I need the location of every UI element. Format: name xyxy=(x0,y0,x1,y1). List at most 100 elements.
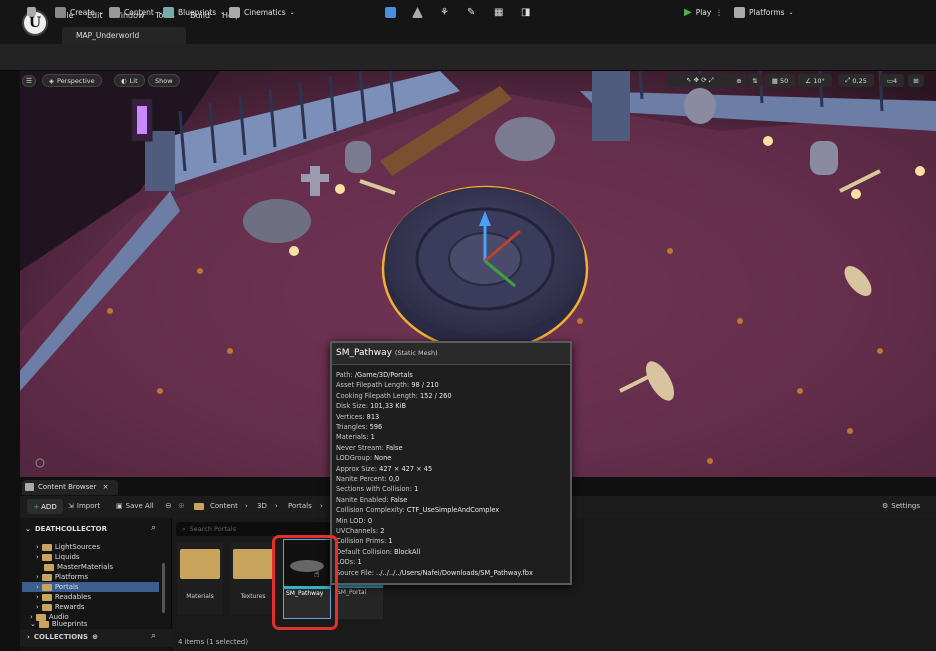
tree-item[interactable]: MasterMaterials xyxy=(44,562,113,572)
tooltip-row: Asset Filepath Length: 98 / 210 xyxy=(336,381,439,391)
tooltip-row: Collision Complexity: CTF_UseSimpleAndCo… xyxy=(336,506,499,516)
tooltip-row-value: False xyxy=(385,443,403,452)
import-button[interactable]: ⇲ Import xyxy=(68,502,100,510)
tooltip-row-key: Disk Size: xyxy=(336,402,369,411)
tooltip-row: Approx Size: 427 × 427 × 45 xyxy=(336,465,432,475)
content-button[interactable]: Content ⌄ xyxy=(109,7,163,18)
tooltip-row: Nanite Percent: 0,0 xyxy=(336,475,399,485)
tooltip-row-value: 98 / 210 xyxy=(411,381,439,390)
folder-icon xyxy=(41,553,52,561)
search-icon[interactable]: ⌕ xyxy=(151,631,156,641)
breadcrumb-separator-icon: › xyxy=(275,502,278,510)
cinematics-icon xyxy=(229,7,240,18)
tooltip-row: Cooking Filepath Length: 152 / 260 xyxy=(336,392,452,402)
search-input[interactable]: ⌕ Search Portals xyxy=(176,522,331,536)
root-folder[interactable]: ⌄ DEATHCOLLECTOR xyxy=(25,525,107,533)
content-browser-icon xyxy=(25,483,34,491)
folder-icon xyxy=(194,503,204,510)
tooltip-row-value: 0 xyxy=(367,516,373,525)
asset-tile-textures[interactable]: Textures xyxy=(230,543,276,615)
maximize-viewport-icon[interactable]: ⊞ xyxy=(908,74,924,87)
tooltip-row-key: Materials: xyxy=(336,433,369,442)
world-space-icon[interactable]: ⊕ xyxy=(732,74,746,87)
breadcrumb-content[interactable]: Content xyxy=(210,502,238,510)
history-back-icon[interactable]: ⊖ xyxy=(165,501,172,510)
surface-snap-icon[interactable]: ⇅ xyxy=(748,74,762,87)
tree-item[interactable]: › Platforms xyxy=(36,572,88,582)
create-button[interactable]: Create ⌄ xyxy=(55,7,104,18)
gear-icon: ⚙ xyxy=(882,502,889,510)
tooltip-type: (Static Mesh) xyxy=(394,349,438,357)
tooltip-row: LODGroup: None xyxy=(336,454,391,464)
search-icon: ⌕ xyxy=(182,524,186,533)
fracture-mode-icon[interactable]: ▦ xyxy=(494,7,503,18)
mesh-paint-mode-icon[interactable]: ✎ xyxy=(467,7,475,18)
content-browser-tab[interactable]: Content Browser × xyxy=(22,480,118,495)
tooltip-row-key: Default Collision: xyxy=(336,547,393,556)
tree-item[interactable]: › Rewards xyxy=(36,602,85,612)
save-icon[interactable] xyxy=(27,7,36,16)
tooltip-row: Source File: ../../../../Users/Nafei/Dow… xyxy=(336,569,533,579)
show-button[interactable]: Show xyxy=(148,74,180,87)
cinematics-button[interactable]: Cinematics ⌄ xyxy=(229,7,295,18)
tooltip-row-value: False xyxy=(390,495,408,504)
add-collection-icon[interactable]: ⊕ xyxy=(92,633,98,641)
tree-item[interactable]: › Readables xyxy=(36,592,91,602)
chevron-right-icon: › xyxy=(36,603,39,611)
grid-snap-button[interactable]: ▦ 50 xyxy=(765,74,795,87)
tooltip-row-key: Source File: xyxy=(336,568,374,577)
tooltip-row: Default Collision: BlockAll xyxy=(336,548,420,558)
platforms-button[interactable]: Platforms ⌄ xyxy=(734,7,794,18)
main-toolbar xyxy=(0,44,936,71)
tree-item[interactable]: ⌄ Blueprints xyxy=(30,620,87,628)
plus-icon: + xyxy=(33,502,40,511)
grid-icon: ▦ xyxy=(771,76,778,85)
level-tab[interactable]: MAP_Underworld xyxy=(62,27,186,44)
perspective-button[interactable]: ◈ Perspective xyxy=(42,74,102,87)
sources-scrollbar[interactable] xyxy=(162,563,165,613)
tooltip-row-key: Collision Prims: xyxy=(336,537,387,546)
folder-icon xyxy=(41,583,52,591)
settings-button[interactable]: ⚙ Settings xyxy=(882,502,920,510)
tooltip-row-value: 101,33 KiB xyxy=(370,402,406,411)
tree-item[interactable]: › Liquids xyxy=(36,552,80,562)
angle-snap-button[interactable]: ∠ 10° xyxy=(798,74,832,87)
folder-icon xyxy=(233,549,273,579)
tooltip-row-value: 152 / 260 xyxy=(419,391,452,400)
asset-tile-materials[interactable]: Materials xyxy=(177,543,223,615)
save-all-button[interactable]: ▣ Save All xyxy=(116,502,154,510)
tooltip-row-value: 1 xyxy=(414,485,419,494)
transform-tools[interactable]: ⇖ ✥ ⟳ ⤢ xyxy=(668,74,732,87)
camera-speed-button[interactable]: ▭ 4 xyxy=(880,74,904,87)
create-icon xyxy=(55,7,66,18)
tooltip-row-value: CTF_UseSimpleAndComplex xyxy=(406,506,500,515)
angle-icon: ∠ xyxy=(805,76,812,85)
tooltip-row-value: /Game/3D/Portals xyxy=(354,371,413,379)
modeling-mode-icon[interactable]: ◨ xyxy=(521,7,530,18)
viewport-options-icon[interactable]: ☰ xyxy=(22,75,36,87)
history-forward-icon[interactable]: ⊕ xyxy=(178,501,185,510)
breadcrumb-portals[interactable]: Portals xyxy=(288,502,312,510)
collections-header[interactable]: › COLLECTIONS ⊕ xyxy=(27,633,98,641)
tooltip-row-key: Sections with Collision: xyxy=(336,485,412,494)
lit-button[interactable]: ◐ Lit xyxy=(114,74,145,87)
selection-highlight-box xyxy=(272,535,338,630)
select-mode-icon[interactable] xyxy=(385,7,396,18)
tooltip-row: LODs: 1 xyxy=(336,558,362,568)
scale-icon: ⤢ xyxy=(845,76,851,84)
breadcrumb-3d[interactable]: 3D xyxy=(257,502,267,510)
blueprints-button[interactable]: Blueprints ⌄ xyxy=(163,7,225,18)
tooltip-row-key: UVChannels: xyxy=(336,527,379,535)
scale-snap-button[interactable]: ⤢ 0,25 xyxy=(838,74,874,87)
tooltip-row-value: 813 xyxy=(366,412,380,421)
play-button[interactable]: ▶ Play ⋮ xyxy=(684,7,723,18)
close-icon[interactable]: × xyxy=(103,483,109,491)
content-icon xyxy=(109,7,120,18)
search-icon[interactable]: ⌕ xyxy=(151,523,156,533)
tree-item-portals[interactable]: › Portals xyxy=(36,582,79,592)
landscape-mode-icon[interactable] xyxy=(412,7,423,18)
breadcrumb-separator-icon: › xyxy=(245,502,248,510)
add-button[interactable]: + ADD xyxy=(27,499,63,514)
tree-item[interactable]: › LightSources xyxy=(36,542,100,552)
foliage-mode-icon[interactable]: ⚘ xyxy=(440,7,449,18)
